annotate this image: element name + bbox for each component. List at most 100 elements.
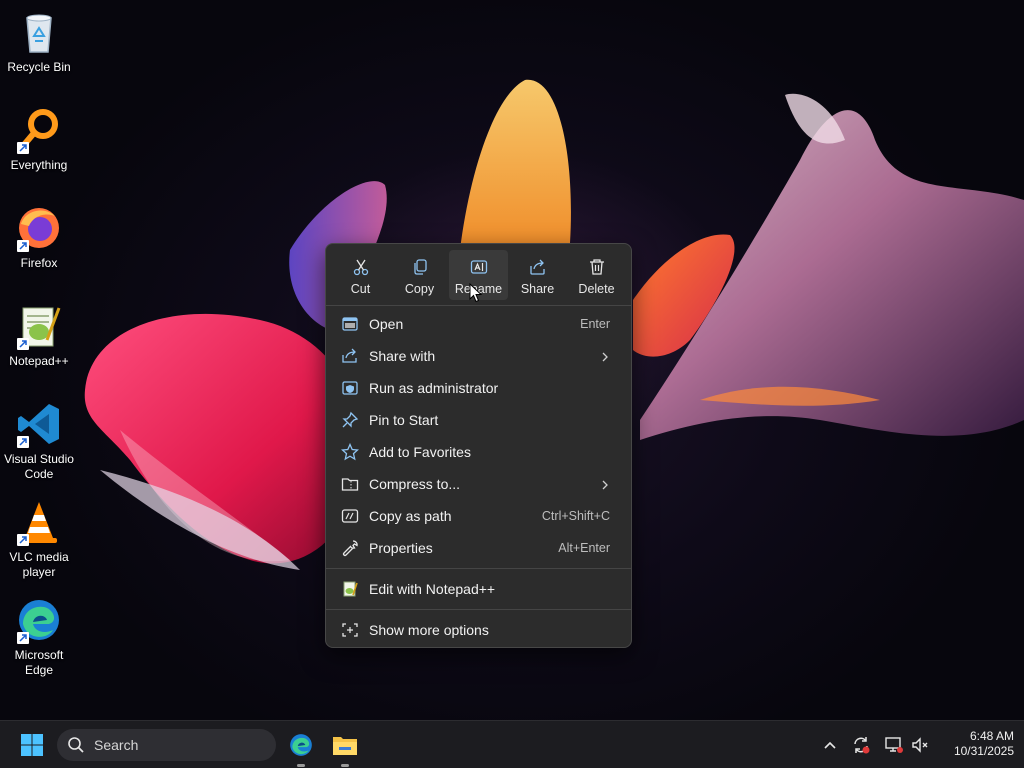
quick-action-label: Delete [578, 282, 615, 296]
menu-item-label: Open [369, 316, 404, 332]
menu-item-shortcut: Enter [580, 317, 610, 331]
menu-item-properties[interactable]: Properties Alt+Enter [331, 533, 626, 563]
mouse-cursor-icon [469, 283, 483, 303]
menu-separator [326, 568, 631, 569]
wrench-icon [341, 539, 359, 557]
notepadpp-icon [15, 302, 63, 350]
desktop-icon-label: Everything [10, 158, 68, 172]
delete-icon [588, 258, 606, 276]
copy-button[interactable]: Copy [390, 250, 449, 300]
network-icon [885, 737, 903, 753]
search-icon [68, 737, 84, 753]
rename-icon [470, 258, 488, 276]
network-button[interactable] [884, 735, 904, 755]
menu-item-show-more-options[interactable]: Show more options [331, 615, 626, 645]
volume-muted-icon [912, 737, 928, 753]
taskbar-file-explorer-button[interactable] [329, 729, 361, 761]
menu-item-label: Show more options [369, 622, 489, 638]
menu-item-label: Share with [369, 348, 436, 364]
copy-icon [411, 258, 429, 276]
search-placeholder: Search [94, 737, 139, 753]
edge-icon [15, 596, 63, 644]
firefox-icon [15, 204, 63, 252]
shortcut-arrow-icon [17, 632, 29, 644]
shortcut-arrow-icon [17, 240, 29, 252]
pin-icon [341, 411, 359, 429]
menu-item-label: Compress to... [369, 476, 461, 492]
run-as-admin-icon [341, 379, 359, 397]
sync-icon [854, 737, 870, 754]
desktop-icon-notepadpp[interactable]: Notepad++ [0, 302, 78, 369]
quick-action-label: Cut [350, 282, 371, 296]
menu-item-pin-to-start[interactable]: Pin to Start [331, 405, 626, 435]
shortcut-arrow-icon [17, 436, 29, 448]
taskbar: Search 6:48 AM 10/31/2025 [0, 720, 1024, 768]
menu-item-add-to-favorites[interactable]: Add to Favorites [331, 437, 626, 467]
desktop-icon-edge[interactable]: Microsoft Edge [0, 596, 78, 678]
show-more-icon [341, 621, 359, 639]
desktop-icon-label: Microsoft Edge [14, 648, 64, 677]
shortcut-arrow-icon [17, 142, 29, 154]
notepadpp-icon [341, 580, 359, 598]
desktop-icon-label: Recycle Bin [7, 60, 71, 74]
desktop-icon-everything[interactable]: Everything [0, 106, 78, 173]
desktop-icon-vlc[interactable]: VLC media player [0, 498, 78, 580]
menu-item-label: Run as administrator [369, 380, 499, 396]
menu-item-label: Edit with Notepad++ [369, 581, 496, 597]
system-clock[interactable]: 6:48 AM 10/31/2025 [936, 729, 1014, 759]
menu-item-copy-as-path[interactable]: Copy as path Ctrl+Shift+C [331, 501, 626, 531]
menu-item-shortcut: Ctrl+Shift+C [541, 509, 610, 523]
desktop-icon-label: VLC media player [9, 550, 69, 579]
menu-item-edit-with-notepadpp[interactable]: Edit with Notepad++ [331, 574, 626, 604]
recycle-bin-icon [15, 8, 63, 56]
zip-folder-icon [341, 475, 359, 493]
desktop-icon-label: Notepad++ [9, 354, 69, 368]
clock-date: 10/31/2025 [953, 744, 1014, 758]
shortcut-arrow-icon [17, 338, 29, 350]
everything-icon [15, 106, 63, 154]
menu-item-shortcut: Alt+Enter [558, 541, 610, 555]
star-icon [341, 443, 359, 461]
chevron-right-icon [600, 478, 610, 490]
share-with-icon [341, 347, 359, 365]
menu-item-label: Copy as path [369, 508, 452, 524]
menu-item-label: Properties [369, 540, 433, 556]
menu-item-compress-to[interactable]: Compress to... [331, 469, 626, 499]
windows-logo-icon [21, 734, 43, 756]
path-icon [341, 507, 359, 525]
edge-icon [290, 734, 312, 756]
menu-item-label: Pin to Start [369, 412, 439, 428]
quick-action-label: Share [520, 282, 555, 296]
desktop-icon-vscode[interactable]: Visual Studio Code [0, 400, 78, 482]
sync-status-button[interactable] [851, 735, 871, 755]
menu-separator [326, 609, 631, 610]
chevron-right-icon [600, 350, 610, 362]
menu-separator [326, 305, 631, 306]
taskbar-edge-button[interactable] [285, 729, 317, 761]
cut-button[interactable]: Cut [331, 250, 390, 300]
start-button[interactable] [16, 729, 48, 761]
open-icon [341, 315, 359, 333]
taskbar-search-box[interactable]: Search [57, 729, 276, 761]
desktop-icon-firefox[interactable]: Firefox [0, 204, 78, 271]
menu-item-share-with[interactable]: Share with [331, 341, 626, 371]
delete-button[interactable]: Delete [567, 250, 626, 300]
clock-time: 6:48 AM [969, 729, 1014, 743]
running-indicator [297, 764, 305, 767]
vlc-icon [15, 498, 63, 546]
desktop-icon-label: Firefox [20, 256, 58, 270]
menu-item-open[interactable]: Open Enter [331, 309, 626, 339]
vscode-icon [15, 400, 63, 448]
chevron-up-icon [824, 741, 836, 749]
desktop-icon-recycle-bin[interactable]: Recycle Bin [0, 8, 78, 75]
context-menu: Cut Copy Rename Share Delete Open Enter … [325, 243, 632, 648]
volume-button[interactable] [910, 735, 930, 755]
desktop-icon-label: Visual Studio Code [4, 452, 74, 481]
show-hidden-icons-button[interactable] [820, 735, 840, 755]
menu-item-run-as-administrator[interactable]: Run as administrator [331, 373, 626, 403]
file-explorer-icon [333, 737, 357, 755]
menu-item-label: Add to Favorites [369, 444, 471, 460]
share-button[interactable]: Share [508, 250, 567, 300]
shortcut-arrow-icon [17, 534, 29, 546]
share-icon [529, 258, 547, 276]
